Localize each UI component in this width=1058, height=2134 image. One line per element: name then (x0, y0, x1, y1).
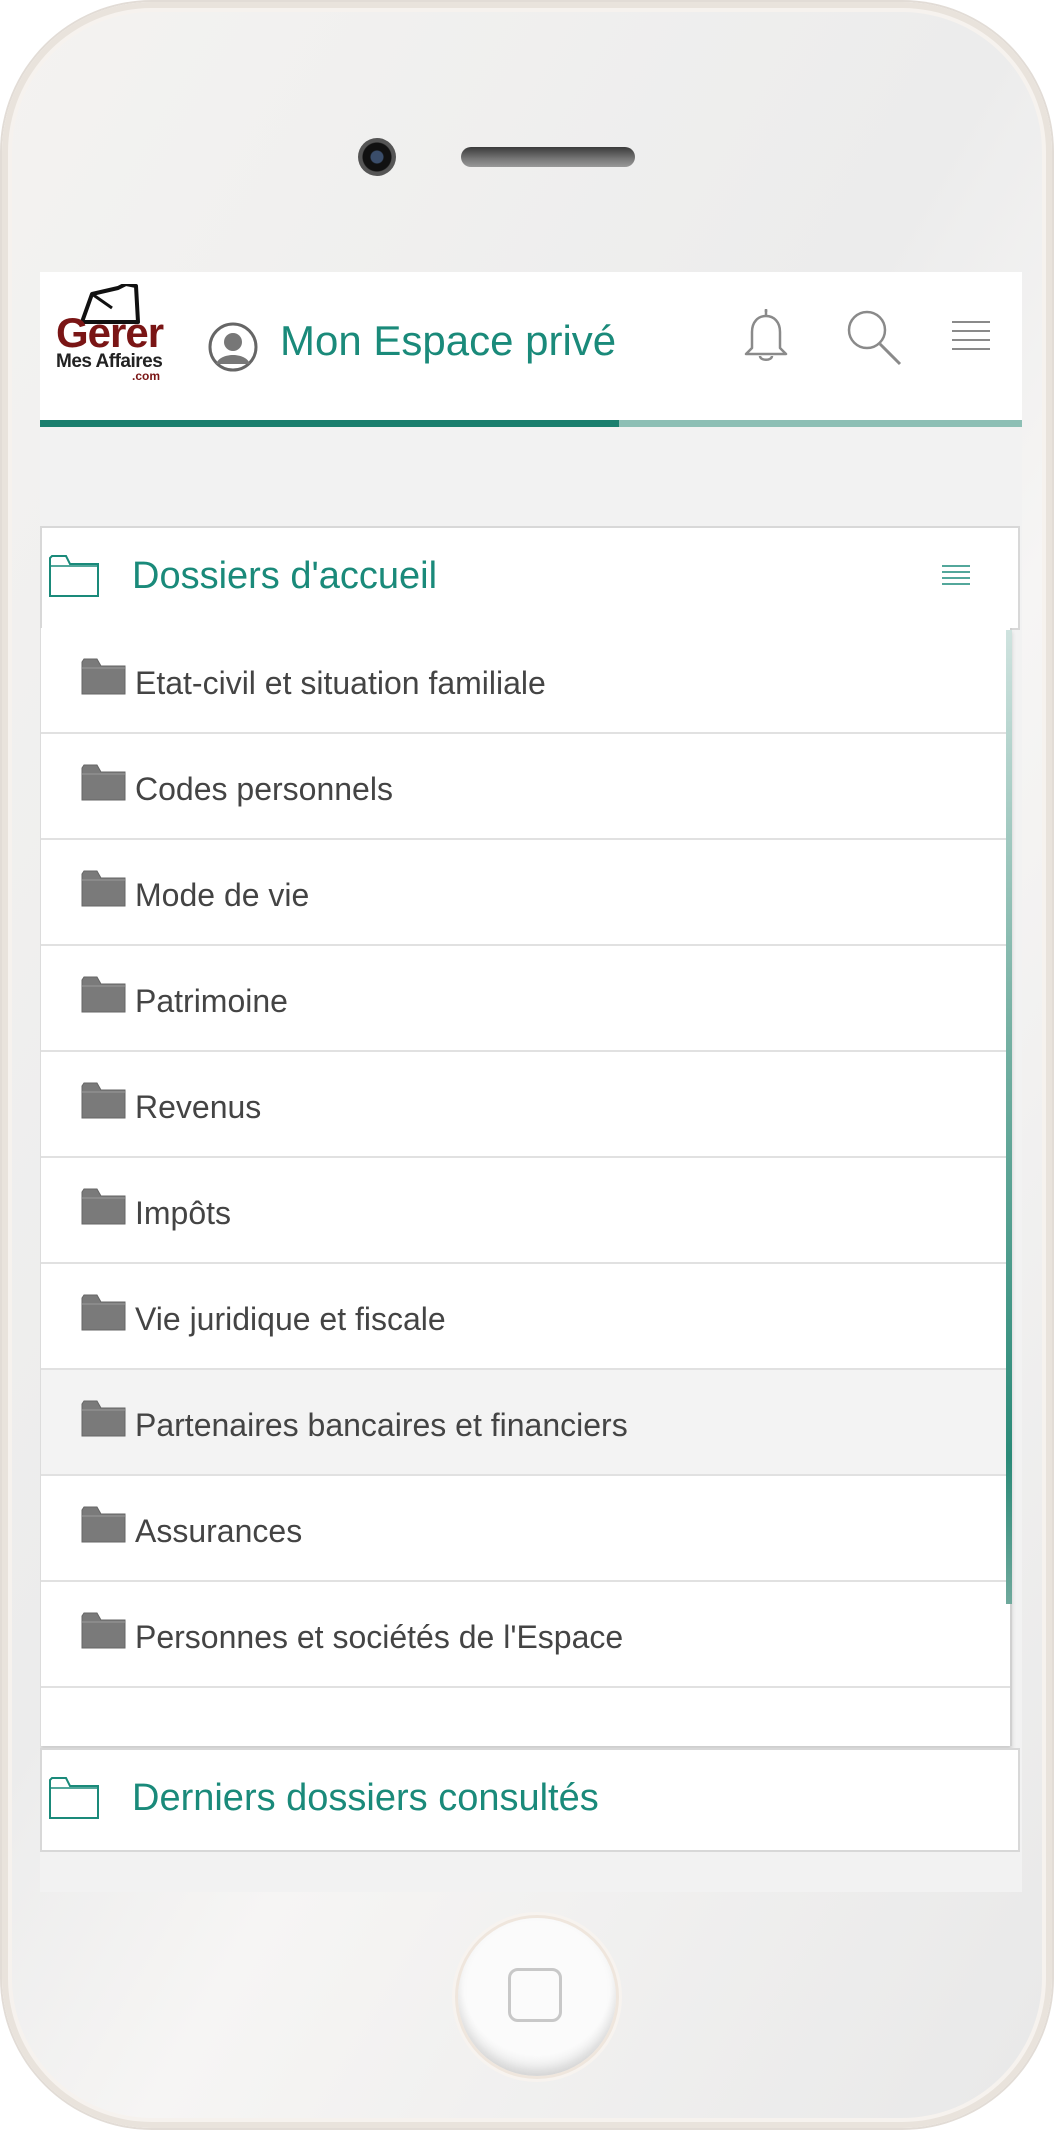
home-folders-title: Dossiers d'accueil (132, 555, 438, 597)
folder-icon (81, 1294, 127, 1337)
folder-list-item-label: Impôts (135, 1195, 232, 1231)
recent-folders-section-header[interactable]: Derniers dossiers consultés (40, 1748, 1020, 1852)
home-folders-section-header[interactable]: Dossiers d'accueil (40, 526, 1020, 630)
folder-icon (49, 555, 99, 597)
folder-list-item-label: Assurances (135, 1513, 303, 1549)
folder-list-item-label: Patrimoine (135, 983, 288, 1019)
folder-list-item[interactable]: Assurances (41, 1476, 1010, 1582)
folder-list-item[interactable]: Personnes et sociétés de l'Espace (41, 1582, 1010, 1688)
folder-icon (81, 1188, 127, 1231)
phone-frame: Gerer Mes Affaires .com Mon Espace privé (2, 2, 1052, 2128)
folder-list-item-label: Personnes et sociétés de l'Espace (135, 1619, 624, 1655)
home-square-icon (508, 1968, 562, 2022)
home-folders-list: Etat-civil et situation familiale Codes p… (40, 628, 1012, 1746)
bell-icon[interactable] (736, 306, 796, 366)
hamburger-menu-icon[interactable] (952, 320, 990, 352)
folder-icon (81, 1400, 127, 1443)
folder-icon (81, 976, 127, 1019)
home-button[interactable] (458, 1918, 616, 2076)
folder-icon (81, 1612, 127, 1655)
folder-list-item-label: Etat-civil et situation familiale (135, 665, 546, 701)
earpiece-speaker (461, 147, 635, 167)
folder-list-item[interactable]: Revenus (41, 1052, 1010, 1158)
folder-list-item[interactable]: Impôts (41, 1158, 1010, 1264)
folder-list-item-label: Codes personnels (135, 771, 393, 807)
header-progress-bar (40, 420, 1022, 427)
recent-folders-title: Derniers dossiers consultés (132, 1777, 599, 1819)
app-logo[interactable]: Gerer Mes Affaires .com (54, 284, 174, 384)
folder-icon (81, 658, 127, 701)
page-title: Mon Espace privé (280, 317, 617, 364)
folder-list-item[interactable]: Codes personnels (41, 734, 1010, 840)
header-progress-fill (40, 420, 620, 427)
folder-list-item[interactable]: Mode de vie (41, 840, 1010, 946)
folder-icon (81, 1082, 127, 1125)
folder-list-item-label: Partenaires bancaires et financiers (135, 1407, 628, 1443)
user-avatar-icon[interactable] (208, 322, 258, 372)
folder-list-item[interactable]: Vie juridique et fiscale (41, 1264, 1010, 1370)
folder-list-item-label: Mode de vie (135, 877, 310, 913)
folder-list-item-label: Vie juridique et fiscale (135, 1301, 446, 1337)
folder-icon (49, 1777, 99, 1819)
app-screen: Gerer Mes Affaires .com Mon Espace privé (40, 272, 1022, 1892)
top-bar: Gerer Mes Affaires .com Mon Espace privé (40, 272, 1022, 420)
list-scrollbar[interactable] (1006, 630, 1012, 1604)
section-menu-icon[interactable] (942, 564, 970, 588)
logo-text-com: .com (132, 369, 161, 383)
folder-list-item[interactable]: Patrimoine (41, 946, 1010, 1052)
folder-list-item[interactable]: Partenaires bancaires et financiers (41, 1370, 1010, 1476)
logo-text-gerer: Gerer (56, 309, 164, 356)
folder-list-item-label: Revenus (135, 1089, 262, 1125)
folder-list-item[interactable]: Etat-civil et situation familiale (41, 628, 1010, 734)
search-icon[interactable] (842, 306, 906, 370)
front-camera (358, 138, 396, 176)
folder-icon (81, 870, 127, 913)
folder-icon (81, 1506, 127, 1549)
folder-icon (81, 764, 127, 807)
